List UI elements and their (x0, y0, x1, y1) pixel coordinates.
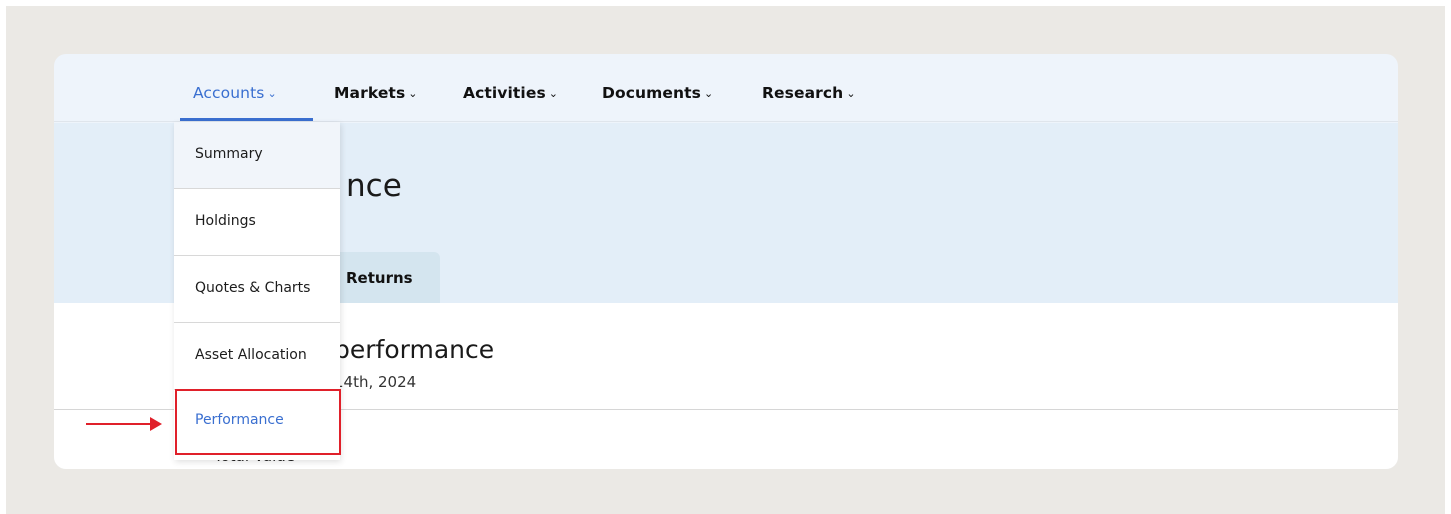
nav-markets[interactable]: Markets ⌄ (334, 84, 418, 102)
menu-item-summary[interactable]: Summary (174, 122, 340, 189)
tab-returns-label: Returns (346, 269, 413, 287)
arrow-head-icon (150, 417, 162, 431)
chevron-down-icon: ⌄ (548, 87, 559, 100)
tab-returns[interactable]: Returns (329, 252, 440, 303)
top-nav: Accounts ⌄ Markets ⌄ Activities ⌄ Documents… (54, 54, 1398, 122)
chevron-down-icon: ⌄ (267, 87, 277, 100)
nav-accounts[interactable]: Accounts ⌄ (193, 84, 277, 102)
menu-item-label: Holdings (195, 213, 256, 229)
nav-activities-label: Activities (463, 84, 546, 102)
menu-item-label: Summary (195, 146, 263, 162)
section-title: performance (334, 335, 495, 364)
nav-active-underline (180, 118, 313, 121)
nav-research-label: Research (762, 84, 844, 102)
nav-research[interactable]: Research ⌄ (762, 84, 856, 102)
nav-accounts-label: Accounts (193, 84, 265, 102)
highlight-box (175, 389, 341, 455)
chevron-down-icon: ⌄ (846, 87, 856, 100)
chevron-down-icon: ⌄ (703, 87, 714, 100)
menu-item-label: Asset Allocation (195, 347, 307, 363)
arrow-right-icon (86, 423, 154, 425)
nav-markets-label: Markets (334, 84, 406, 102)
page-title: nce (346, 168, 402, 204)
nav-documents[interactable]: Documents ⌄ (602, 84, 713, 102)
menu-item-asset-allocation[interactable]: Asset Allocation (174, 323, 340, 390)
menu-item-holdings[interactable]: Holdings (174, 189, 340, 256)
nav-activities[interactable]: Activities ⌄ (463, 84, 558, 102)
menu-item-label: Quotes & Charts (195, 280, 311, 296)
nav-documents-label: Documents (602, 84, 701, 102)
chevron-down-icon: ⌄ (408, 87, 418, 100)
menu-item-quotes-charts[interactable]: Quotes & Charts (174, 256, 340, 323)
section-date: 14th, 2024 (334, 373, 417, 391)
